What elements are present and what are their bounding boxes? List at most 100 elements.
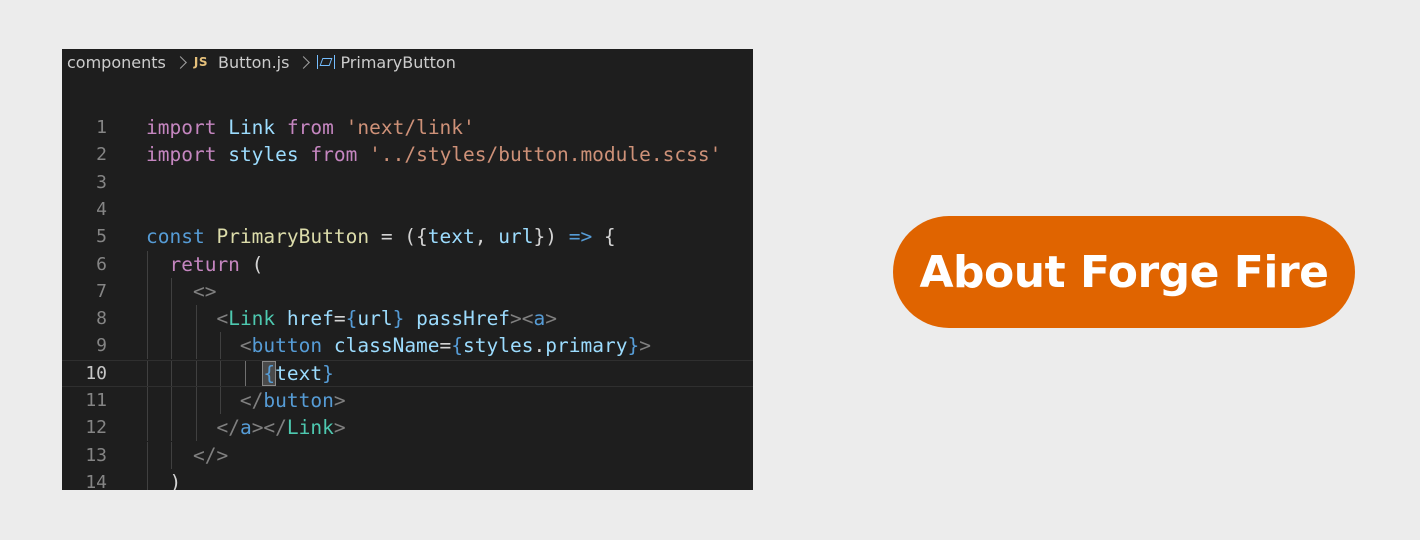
code-text: <> <box>146 278 216 305</box>
code-token: className <box>333 334 440 358</box>
line-number: 11 <box>85 390 107 411</box>
code-line[interactable]: 1 import Link from 'next/link' <box>62 114 753 141</box>
code-text: return ( <box>146 251 263 278</box>
code-line[interactable]: 7 <> <box>62 277 753 305</box>
code-text: </button> <box>146 387 346 414</box>
line-number: 8 <box>96 308 107 330</box>
about-forge-fire-button[interactable]: About Forge Fire <box>893 216 1355 328</box>
code-line[interactable]: 9 <button className={styles.primary}> <box>62 332 753 360</box>
code-token: } <box>392 307 405 331</box>
code-token: >< <box>510 307 534 331</box>
line-number: 12 <box>85 417 107 439</box>
line-number: 13 <box>85 444 107 466</box>
code-text: <button className={styles.primary}> <box>146 332 651 359</box>
symbol-variable-icon <box>317 55 336 69</box>
code-text: </a></Link> <box>146 414 346 441</box>
code-token: import <box>146 143 217 167</box>
code-line[interactable]: 12 </a></Link> <box>62 414 753 442</box>
line-number: 4 <box>96 198 107 220</box>
code-line[interactable]: 6 return ( <box>62 250 753 278</box>
breadcrumb-folder[interactable]: components <box>67 53 166 72</box>
code-token: . <box>533 334 546 358</box>
code-line[interactable]: 10 {text} <box>62 359 753 387</box>
code-token: import <box>146 116 217 139</box>
code-token: = ({ <box>369 225 428 249</box>
code-line[interactable]: 4 <box>62 196 753 223</box>
code-token: , <box>474 225 499 249</box>
code-token: primary <box>545 334 628 358</box>
code-line[interactable]: 8 <Link href={url} passHref><a> <box>62 305 753 333</box>
code-text: <Link href={url} passHref><a> <box>146 305 557 332</box>
line-number: 9 <box>96 335 107 357</box>
line-number: 14 <box>85 471 107 490</box>
code-token: { <box>451 334 464 358</box>
code-token: a <box>239 416 252 440</box>
code-token: return <box>169 252 240 276</box>
code-token: } <box>322 361 334 385</box>
code-token: > <box>333 416 346 440</box>
chevron-right-icon <box>173 55 187 69</box>
code-line[interactable]: 13 </> <box>62 441 753 469</box>
code-token: > <box>639 334 651 358</box>
code-token: = <box>439 334 452 358</box>
code-token: text <box>427 225 475 249</box>
code-token: from <box>310 143 358 167</box>
javascript-file-icon: JS <box>193 55 208 69</box>
code-token: ( <box>239 252 264 276</box>
code-text: import styles from '../styles/button.mod… <box>146 141 721 168</box>
breadcrumb: components JS Button.js PrimaryButton <box>62 49 753 75</box>
code-text: ) <box>146 469 181 490</box>
code-token: </ <box>239 389 264 412</box>
code-text: </> <box>146 442 228 469</box>
code-token: url <box>357 307 393 331</box>
breadcrumb-symbol[interactable]: PrimaryButton <box>340 53 455 72</box>
code-token: Link <box>228 116 276 139</box>
code-token: </> <box>192 443 229 467</box>
code-token: = <box>333 307 346 331</box>
code-token: passHref <box>416 307 511 331</box>
code-text: {text} <box>146 360 334 387</box>
code-token: { <box>262 360 277 386</box>
code-text: const PrimaryButton = ({text, url}) => { <box>146 223 616 250</box>
code-token: Link <box>286 416 334 440</box>
code-editor[interactable]: components JS Button.js PrimaryButton 1 i… <box>62 49 753 490</box>
code-token: ) <box>146 470 182 490</box>
code-text: import Link from 'next/link' <box>146 114 475 141</box>
line-number: 2 <box>96 144 107 166</box>
line-number: 10 <box>85 362 107 384</box>
code-token: button <box>251 334 323 358</box>
breadcrumb-file[interactable]: Button.js <box>218 53 289 72</box>
code-token: > <box>333 389 346 412</box>
code-token: styles <box>463 334 534 358</box>
code-token: => <box>568 225 593 249</box>
code-line[interactable]: 3 <box>62 169 753 196</box>
code-token: 'next/link' <box>345 116 475 139</box>
code-token: { <box>345 307 358 331</box>
code-line[interactable]: 14 ) <box>62 468 753 490</box>
code-token: button <box>263 389 334 412</box>
code-token: from <box>286 116 334 139</box>
code-token: > <box>545 307 558 331</box>
code-token: a <box>533 307 546 331</box>
code-token: text <box>275 361 323 385</box>
code-line[interactable]: 11 </button> <box>62 387 753 414</box>
code-token: <> <box>192 279 217 303</box>
code-line[interactable]: 2 import styles from '../styles/button.mo… <box>62 141 753 168</box>
code-line[interactable]: 5 const PrimaryButton = ({text, url}) => … <box>62 223 753 250</box>
line-number: 6 <box>96 253 107 275</box>
line-number: 1 <box>96 117 107 138</box>
code-token: }) <box>533 225 569 249</box>
